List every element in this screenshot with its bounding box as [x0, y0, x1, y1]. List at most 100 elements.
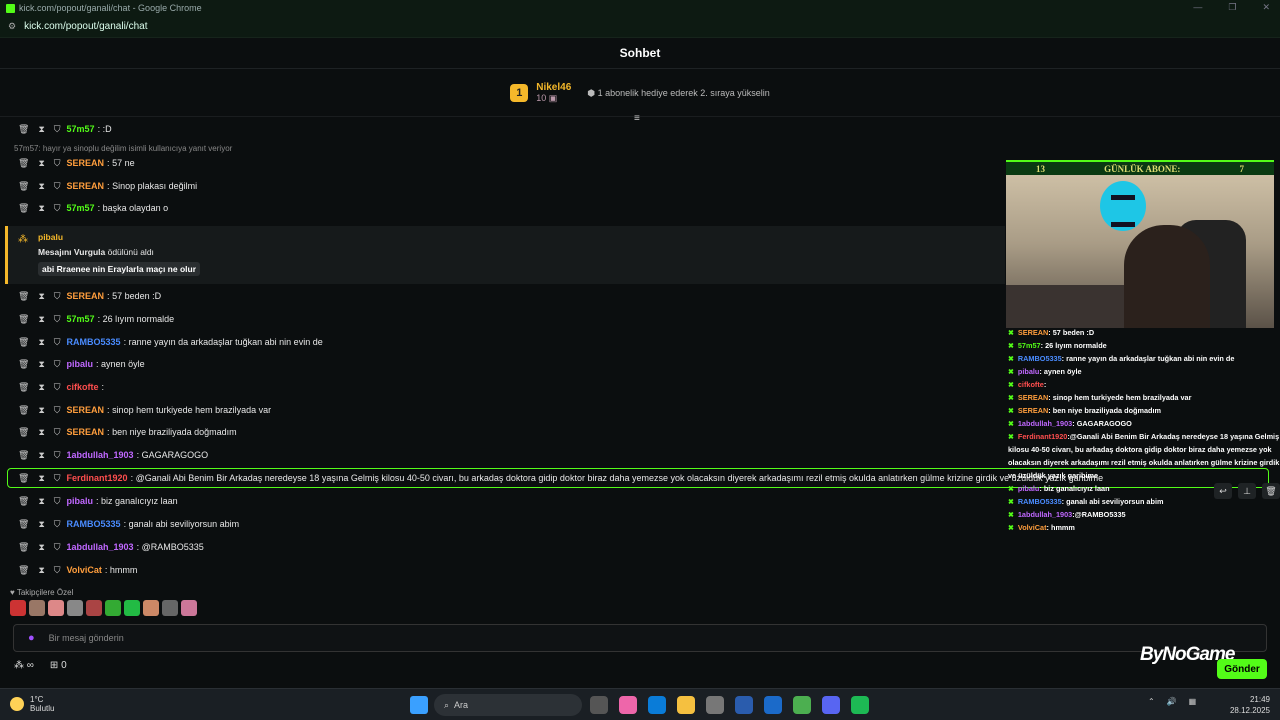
taskbar-app-icon[interactable] [619, 696, 637, 714]
address-bar[interactable]: ⚙ kick.com/popout/ganali/chat [0, 16, 1280, 38]
timeout-icon[interactable]: ⧗ [38, 450, 44, 461]
emote-icon[interactable] [48, 600, 64, 616]
chat-username[interactable]: 1abdullah_1903 [67, 450, 134, 460]
delete-icon[interactable]: 🗑 [18, 337, 29, 348]
weather-widget[interactable]: 1°C Bulutlu [10, 695, 54, 713]
chat-message[interactable]: 🗑 ⧗ ⛉ 57m57: 26 lıyım normalde [0, 309, 1000, 329]
taskbar-app-icon[interactable] [590, 696, 608, 714]
taskbar-app-icon[interactable] [735, 696, 753, 714]
mod-shield-icon[interactable]: ⛉ [54, 314, 61, 325]
taskbar-app-icon[interactable] [648, 696, 666, 714]
chat-message[interactable]: 🗑 ⧗ ⛉ pibalu: aynen öyle [0, 354, 1000, 374]
timeout-icon[interactable]: ⧗ [38, 382, 44, 393]
taskbar-app-icon[interactable] [677, 696, 695, 714]
chat-message[interactable]: 🗑 ⧗ ⛉ SEREAN: ben niye braziliyada doğmadım [0, 422, 1000, 442]
emote-icon[interactable] [10, 600, 26, 616]
mod-shield-icon[interactable]: ⛉ [54, 565, 61, 576]
gifter-name[interactable]: Nikel46 [536, 82, 571, 93]
timeout-icon[interactable]: ⧗ [38, 337, 44, 348]
timeout-icon[interactable]: ⧗ [38, 203, 44, 214]
delete-icon[interactable]: 🗑 [18, 519, 29, 530]
mic-icon[interactable]: ● [28, 632, 35, 644]
delete-icon[interactable]: 🗑 [18, 203, 29, 214]
chat-message[interactable]: 🗑 ⧗ ⛉ SEREAN: sinop hem turkiyede hem brazi… [0, 400, 1000, 420]
mod-shield-icon[interactable]: ⛉ [54, 450, 61, 461]
mod-shield-icon[interactable]: ⛉ [54, 158, 61, 169]
mod-shield-icon[interactable]: ⛉ [54, 181, 61, 192]
taskbar-app-icon[interactable] [764, 696, 782, 714]
chat-message[interactable]: 🗑 ⧗ ⛉ RAMBO5335: ranne yayın da arkadaşlar … [0, 332, 1000, 352]
delete-icon[interactable]: 🗑 [18, 542, 29, 553]
chat-message[interactable]: 🗑 ⧗ ⛉ cifkofte: [0, 377, 1000, 397]
site-info-icon[interactable]: ⚙ [8, 21, 16, 32]
timeout-icon[interactable]: ⧗ [38, 314, 44, 325]
mod-shield-icon[interactable]: ⛉ [54, 337, 61, 348]
points-icon[interactable]: ⁂ ∞ [14, 660, 34, 671]
emote-icon[interactable] [105, 600, 121, 616]
chat-username[interactable]: SEREAN [67, 427, 105, 437]
mod-shield-icon[interactable]: ⛉ [54, 519, 61, 530]
chat-message[interactable]: 🗑 ⧗ ⛉ 57m57: :D [0, 119, 1000, 139]
timeout-icon[interactable]: ⧗ [38, 181, 44, 192]
timeout-icon[interactable]: ⧗ [38, 359, 44, 370]
restore-icon[interactable]: ❐ [1228, 2, 1236, 13]
chat-username[interactable]: RAMBO5335 [67, 337, 121, 347]
chat-username[interactable]: SEREAN [67, 158, 105, 168]
mod-shield-icon[interactable]: ⛉ [54, 359, 61, 370]
timeout-icon[interactable]: ⧗ [38, 158, 44, 169]
emote-icon[interactable] [181, 600, 197, 616]
gift-button[interactable]: ⊞ 0 [50, 660, 67, 671]
timeout-icon[interactable]: ⧗ [38, 496, 44, 507]
delete-icon[interactable]: 🗑 [18, 291, 29, 302]
emote-icon[interactable] [124, 600, 140, 616]
clock[interactable]: 21:49 28.12.2025 [1228, 694, 1270, 716]
emote-icon[interactable] [162, 600, 178, 616]
chat-username[interactable]: SEREAN [67, 405, 105, 415]
delete-icon[interactable]: 🗑 [18, 158, 29, 169]
timeout-icon[interactable]: ⧗ [38, 124, 44, 135]
chat-message[interactable]: 🗑 ⧗ ⛉ SEREAN: 57 beden :D [0, 286, 1000, 306]
chat-username[interactable]: 57m57 [67, 314, 95, 324]
delete-icon[interactable]: 🗑 [18, 427, 29, 438]
delete-icon[interactable]: 🗑 [18, 314, 29, 325]
mod-shield-icon[interactable]: ⛉ [54, 291, 61, 302]
timeout-icon[interactable]: ⧗ [38, 427, 44, 438]
mod-shield-icon[interactable]: ⛉ [54, 496, 61, 507]
send-button[interactable]: Gönder [1217, 659, 1267, 679]
delete-icon[interactable]: 🗑 [18, 496, 29, 507]
timeout-icon[interactable]: ⧗ [38, 565, 44, 576]
chat-username[interactable]: 57m57 [67, 203, 95, 213]
chat-message[interactable]: 🗑 ⧗ ⛉ 57m57: başka olaydan o [0, 198, 1000, 218]
mod-shield-icon[interactable]: ⛉ [54, 124, 61, 135]
system-tray[interactable]: ⌃ 🔊 ▦ [1148, 697, 1196, 706]
chat-username[interactable]: RAMBO5335 [67, 519, 121, 529]
chat-username[interactable]: 1abdullah_1903 [67, 542, 134, 552]
chat-username[interactable]: pibalu [67, 359, 94, 369]
delete-icon[interactable]: 🗑 [18, 405, 29, 416]
mod-shield-icon[interactable]: ⛉ [54, 405, 61, 416]
chat-message[interactable]: 🗑 ⧗ ⛉ 1abdullah_1903: GAGARAGOGO [0, 445, 1000, 465]
timeout-icon[interactable]: ⧗ [38, 291, 44, 302]
delete-icon[interactable]: 🗑 [18, 450, 29, 461]
start-icon[interactable] [410, 696, 428, 714]
timeout-icon[interactable]: ⧗ [38, 542, 44, 553]
minimize-icon[interactable]: — [1193, 2, 1202, 13]
delete-icon[interactable]: 🗑 [18, 565, 29, 576]
taskbar-app-icon[interactable] [793, 696, 811, 714]
mod-shield-icon[interactable]: ⛉ [54, 203, 61, 214]
mod-shield-icon[interactable]: ⛉ [54, 382, 61, 393]
delete-icon[interactable]: 🗑 [18, 181, 29, 192]
close-icon[interactable]: ✕ [1262, 2, 1270, 13]
timeout-icon[interactable]: ⧗ [38, 519, 44, 530]
taskbar-app-icon[interactable] [851, 696, 869, 714]
emote-icon[interactable] [29, 600, 45, 616]
chat-message[interactable]: 🗑 ⧗ ⛉ SEREAN: 57 ne [0, 153, 1000, 173]
chat-username[interactable]: SEREAN [67, 291, 105, 301]
message-input[interactable]: ● Bir mesaj gönderin [13, 624, 1267, 652]
chat-message[interactable]: 🗑 ⧗ ⛉ RAMBO5335: ganalı abi seviliyorsun ab… [0, 514, 1000, 534]
delete-icon[interactable]: 🗑 [18, 124, 29, 135]
taskbar-app-icon[interactable] [706, 696, 724, 714]
chat-message[interactable]: 🗑 ⧗ ⛉ pibalu: biz ganalıcıyız laan [0, 491, 1000, 511]
mod-shield-icon[interactable]: ⛉ [54, 542, 61, 553]
taskbar-search[interactable]: ⌕ Ara [434, 694, 582, 716]
